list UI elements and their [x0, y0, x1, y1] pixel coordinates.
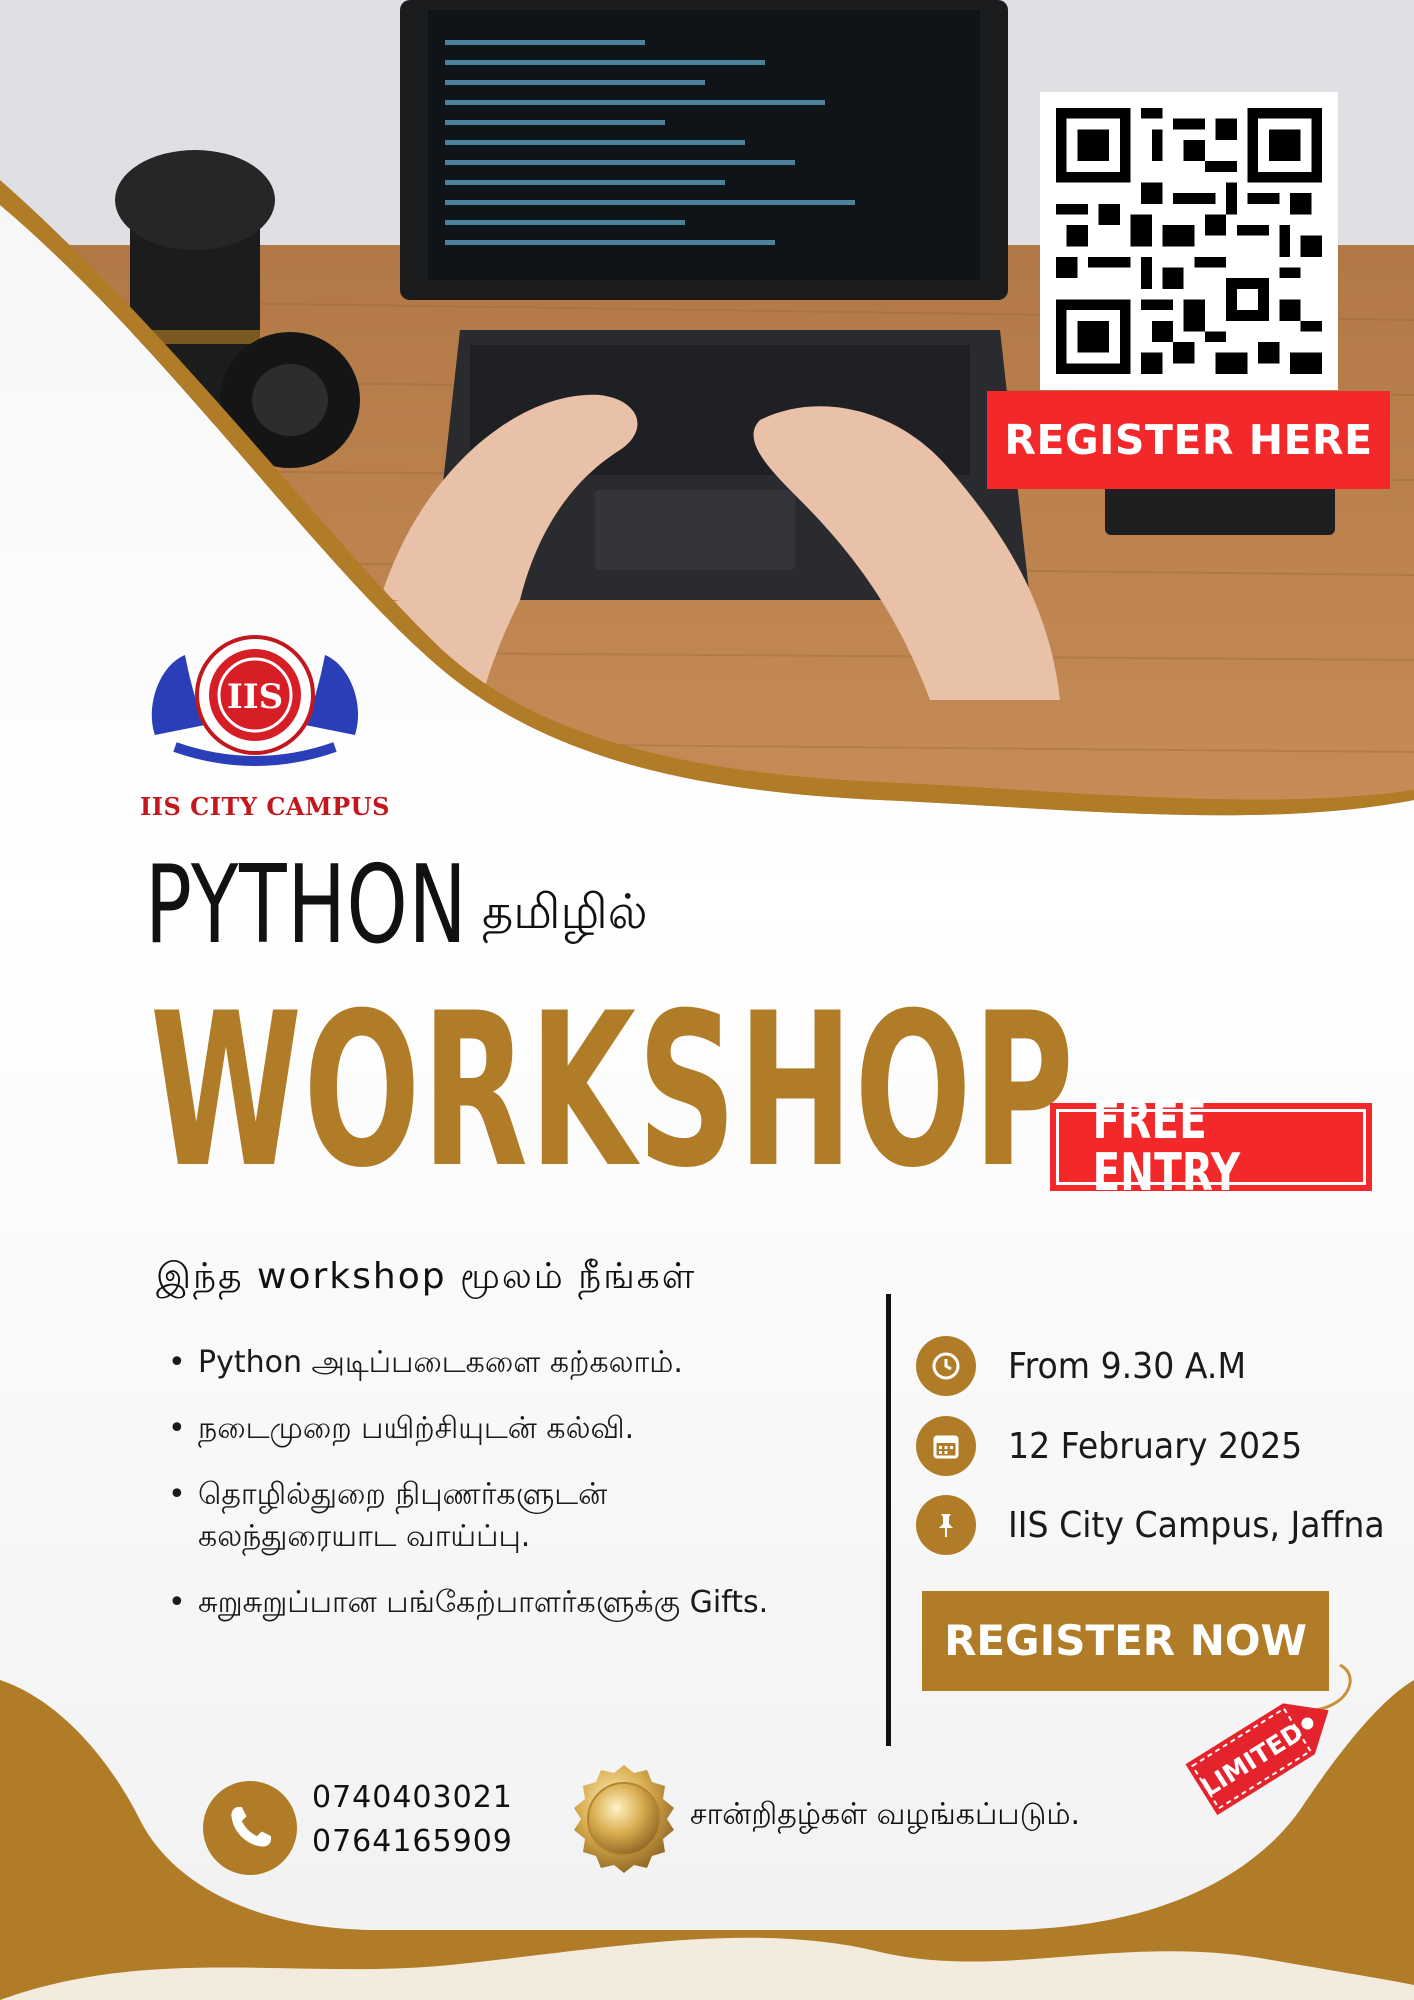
poster: REGISTER HERE IIS IIS CITY CAMPUS PYTHON…: [0, 0, 1414, 2000]
benefit-list: • Python அடிப்படைகளை கற்கலாம். • நடைமுறை ப…: [160, 1342, 860, 1648]
pin-icon: [916, 1495, 976, 1555]
qr-code[interactable]: [1040, 92, 1338, 390]
limited-tag: LIMITED: [1185, 1663, 1352, 1816]
phone-number[interactable]: 0740403021: [312, 1780, 513, 1815]
title-workshop: WORKSHOP: [150, 967, 1076, 1214]
title-python: PYTHON: [145, 843, 468, 968]
calendar-icon: [916, 1416, 976, 1476]
list-item: • நடைமுறை பயிற்சியுடன் கல்வி.: [168, 1411, 635, 1446]
list-item: • தொழில்துறை நிபுணர்களுடன் கலந்துரையாட வா…: [168, 1477, 608, 1554]
phone-icon: [203, 1781, 297, 1875]
date-row: 12 February 2025: [916, 1415, 1396, 1477]
time-row: From 9.30 A.M: [916, 1335, 1396, 1397]
iis-logo: IIS: [151, 635, 359, 766]
free-entry-badge: FREE ENTRY: [1050, 1095, 1372, 1199]
list-item: • சுறுசுறுப்பான பங்கேற்பாளர்களுக்கு Gifts…: [168, 1585, 769, 1620]
clock-icon: [916, 1336, 976, 1396]
phone-number[interactable]: 0764165909: [312, 1824, 513, 1859]
place-row: IIS City Campus, Jaffna: [916, 1494, 1396, 1556]
divider: [886, 1294, 891, 1746]
medal-icon: [574, 1765, 674, 1873]
certificate-text: சான்றிதழ்கள் வழங்கப்படும்.: [690, 1797, 1081, 1832]
place-text: IIS City Campus, Jaffna: [1008, 1504, 1385, 1546]
free-entry-label: FREE ENTRY: [1092, 1091, 1241, 1203]
date-text: 12 February 2025: [1008, 1425, 1303, 1467]
list-item: • Python அடிப்படைகளை கற்கலாம்.: [168, 1345, 683, 1380]
time-text: From 9.30 A.M: [1008, 1345, 1247, 1387]
benefits-heading: இந்த workshop மூலம் நீங்கள்: [156, 1256, 697, 1297]
title-tamil: தமிழில்: [482, 884, 648, 940]
svg-text:IIS: IIS: [227, 677, 283, 717]
register-here-button[interactable]: REGISTER HERE: [987, 391, 1390, 489]
qr-code-icon: [1056, 108, 1322, 374]
campus-name: IIS CITY CAMPUS: [140, 792, 390, 821]
